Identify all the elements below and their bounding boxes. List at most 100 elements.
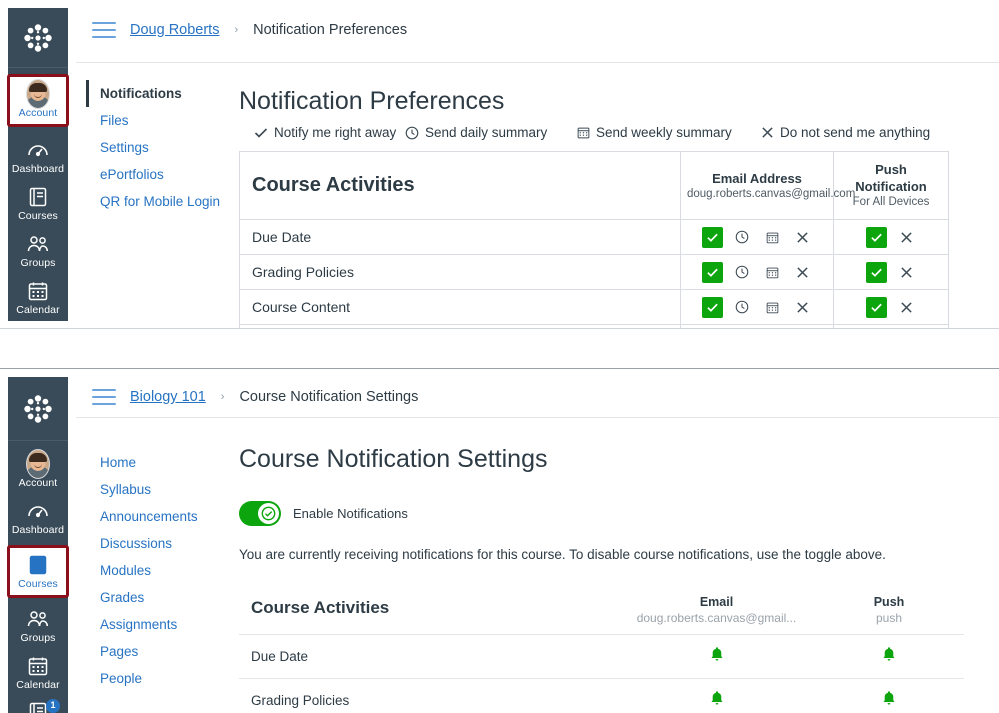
option-x-icon[interactable] [896,227,917,248]
subnav-item-assignments[interactable]: Assignments [86,611,246,638]
sidebar-item-dashboard[interactable]: Dashboard [8,133,68,180]
option-clock-icon[interactable] [732,227,753,248]
option-calendar-icon[interactable] [762,297,783,318]
inbox-icon: 1 [26,702,50,713]
bell-icon[interactable] [709,690,725,707]
email-options-cell [681,255,834,290]
option-calendar-icon[interactable] [762,262,783,283]
bell-icon[interactable] [881,646,897,663]
legend-send-daily-summary: Send daily summary [405,125,577,140]
canvas-logo[interactable] [8,8,68,68]
sidebar-item-courses[interactable]: Courses [8,180,68,227]
subnav-item-announcements[interactable]: Announcements [86,503,246,530]
sidebar-item-groups[interactable]: Groups [8,602,68,649]
table-row: Course Content [240,290,949,325]
calendar-icon [577,126,590,139]
option-check-icon[interactable] [702,262,723,283]
breadcrumb-root[interactable]: Doug Roberts [130,22,219,38]
table-row: Grading Policies [239,679,964,713]
subnav-item-grades[interactable]: Grades [86,584,246,611]
sidebar-item-label: Calendar [16,304,59,316]
email-setting-cell[interactable] [619,635,814,679]
option-calendar-icon[interactable] [762,227,783,248]
x-icon [761,126,774,139]
subnav-item-modules[interactable]: Modules [86,557,246,584]
legend-label: Send weekly summary [596,125,732,140]
push-setting-cell[interactable] [814,679,964,713]
option-x-icon[interactable] [792,297,813,318]
subnav-item-people[interactable]: People [86,665,246,692]
inbox-badge: 1 [46,699,60,713]
sidebar-item-account[interactable]: Account [8,447,68,494]
header-divider [76,62,999,63]
option-clock-icon[interactable] [732,297,753,318]
option-check-icon[interactable] [702,297,723,318]
breadcrumb: Biology 101 › Course Notification Settin… [76,369,999,405]
hamburger-menu-icon[interactable] [92,22,116,38]
activity-name: Grading Policies [239,679,619,713]
notification-preferences-table: Course Activities Email Address doug.rob… [239,151,949,329]
notification-frequency-legend: Notify me right away Send daily summary … [239,125,959,140]
option-x-icon[interactable] [896,297,917,318]
option-check-icon[interactable] [866,262,887,283]
option-x-icon[interactable] [896,262,917,283]
sidebar-item-inbox[interactable]: 1 [8,696,68,713]
subnav-item-syllabus[interactable]: Syllabus [86,476,246,503]
sidebar-item-label: Courses [18,578,58,590]
sidebar-item-calendar[interactable]: Calendar [8,649,68,696]
legend-label: Do not send me anything [780,125,930,140]
topbar: Doug Roberts › Notification Preferences [76,0,999,62]
bell-icon[interactable] [709,646,725,663]
column-subtitle: For All Devices [840,195,942,210]
column-header-email: Email Address doug.roberts.canvas@gmail.… [681,152,834,220]
sidebar-item-account[interactable]: Account [7,74,69,127]
option-clock-icon[interactable] [732,262,753,283]
option-check-icon[interactable] [866,297,887,318]
course-notification-table: Course Activities Email doug.roberts.can… [239,594,964,713]
canvas-logo[interactable] [8,377,68,441]
legend-label: Notify me right away [274,125,396,140]
subnav-item-home[interactable]: Home [86,449,246,476]
calendar-icon [26,280,50,302]
courses-icon [26,554,50,576]
table-body: Due Date [240,220,949,330]
breadcrumb-root[interactable]: Biology 101 [130,389,206,405]
breadcrumb-current: Course Notification Settings [239,389,418,405]
subnav-item-notifications[interactable]: Notifications [86,80,236,107]
table-header-row: Course Activities Email Address doug.rob… [240,152,949,220]
subnav-item-discussions[interactable]: Discussions [86,530,246,557]
subnav-item-qr-for-mobile-login[interactable]: QR for Mobile Login [86,188,236,215]
breadcrumb-separator-icon: › [220,391,226,403]
avatar [26,83,50,105]
column-subtitle: doug.roberts.canvas@gmail... [619,610,814,626]
sidebar-item-calendar[interactable]: Calendar [8,274,68,321]
email-options-cell [681,290,834,325]
avatar-icon [26,449,50,479]
breadcrumb-current: Notification Preferences [253,22,407,38]
enable-notifications-toggle[interactable] [239,501,281,526]
sidebar-item-courses[interactable]: Courses [7,545,69,598]
option-check-icon[interactable] [702,227,723,248]
breadcrumb: Doug Roberts › Notification Preferences [76,0,999,38]
option-x-icon[interactable] [792,262,813,283]
column-title: Email Address [687,170,827,187]
subnav-item-pages[interactable]: Pages [86,638,246,665]
column-header-push: Push push [814,594,964,635]
category-header: Course Activities [239,594,619,635]
option-check-icon[interactable] [866,227,887,248]
subnav-item-settings[interactable]: Settings [86,134,236,161]
option-x-icon[interactable] [792,227,813,248]
push-setting-cell[interactable] [814,635,964,679]
sidebar-item-groups[interactable]: Groups [8,227,68,274]
push-options-cell [834,220,949,255]
bell-icon[interactable] [881,690,897,707]
hamburger-menu-icon[interactable] [92,389,116,405]
subnav-item-files[interactable]: Files [86,107,236,134]
groups-icon [26,608,50,630]
sidebar-item-dashboard[interactable]: Dashboard [8,494,68,541]
email-setting-cell[interactable] [619,679,814,713]
subnav-item-eportfolios[interactable]: ePortfolios [86,161,236,188]
helper-text: You are currently receiving notification… [239,546,979,564]
courses-icon [26,186,50,208]
panel-notification-preferences: Account Dashboard Courses [0,0,999,329]
